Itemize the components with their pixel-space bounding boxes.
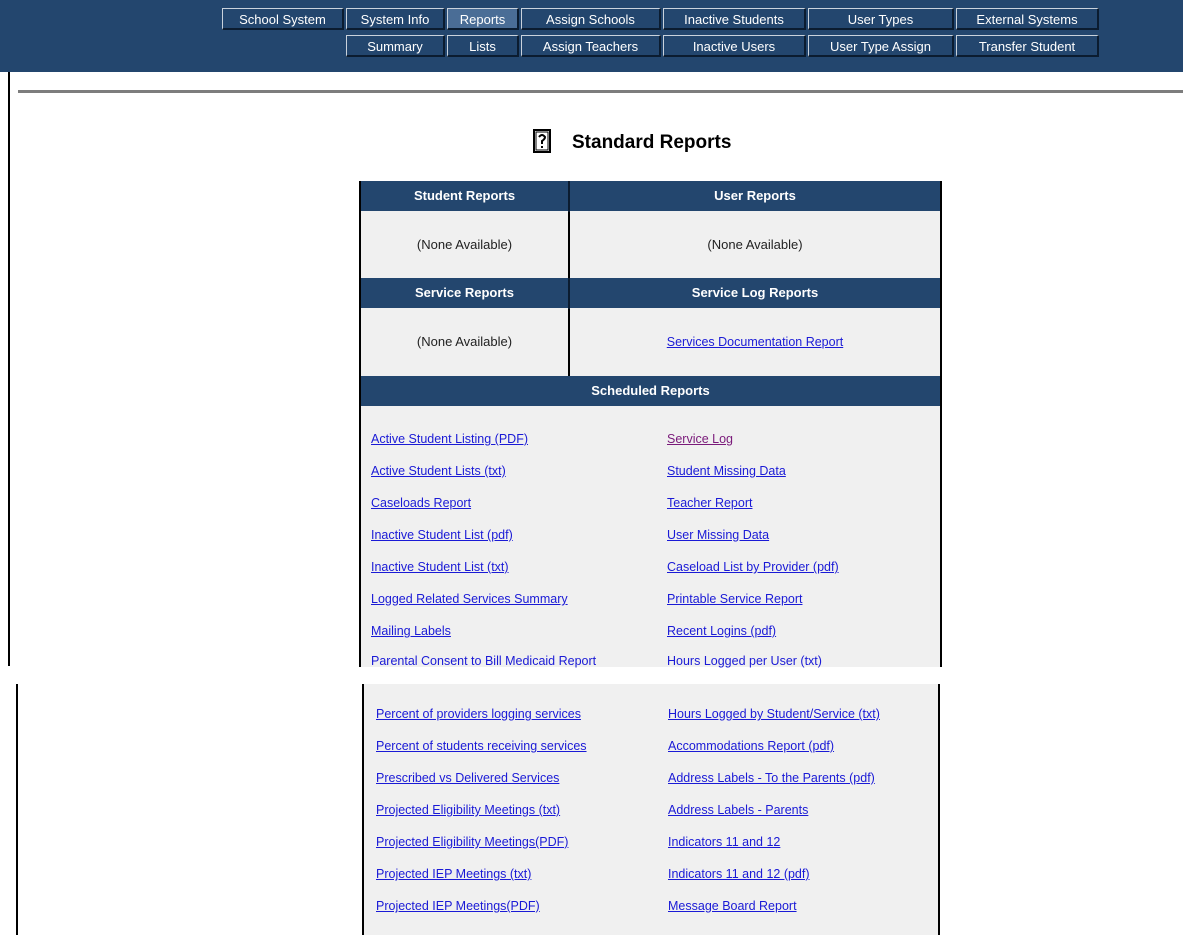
list-item: Accommodations Report (pdf) [668, 736, 834, 756]
nav-inactive-students[interactable]: Inactive Students [663, 8, 806, 30]
list-item: Projected Eligibility Meetings(PDF) [376, 832, 568, 852]
list-item: Printable Service Report [667, 589, 802, 609]
report-link[interactable]: Service Log [667, 432, 733, 446]
report-link[interactable]: Caseloads Report [371, 496, 471, 510]
user-reports-header: User Reports [570, 181, 940, 211]
student-reports-header: Student Reports [361, 181, 568, 211]
report-link[interactable]: Caseload List by Provider (pdf) [667, 560, 839, 574]
report-link[interactable]: Teacher Report [667, 496, 752, 510]
list-item: Indicators 11 and 12 (pdf) [668, 864, 810, 884]
scheduled-reports-continued: Percent of providers logging services Pe… [362, 684, 940, 935]
report-link[interactable]: Inactive Student List (txt) [371, 560, 509, 574]
list-item: Logged Related Services Summary [371, 589, 568, 609]
list-item: Address Labels - To the Parents (pdf) [668, 768, 875, 788]
nav-user-type-assign[interactable]: User Type Assign [808, 35, 954, 57]
list-item: Teacher Report [667, 493, 752, 513]
report-link[interactable]: Projected IEP Meetings(PDF) [376, 899, 540, 913]
header-divider [568, 181, 570, 213]
list-item: Caseload List by Provider (pdf) [667, 557, 839, 577]
list-item: Caseloads Report [371, 493, 471, 513]
list-item: Service Log [667, 429, 733, 449]
list-item: Address Labels - Parents [668, 800, 808, 820]
list-item: Student Missing Data [667, 461, 786, 481]
reports-table: Student Reports User Reports (None Avail… [359, 181, 942, 668]
list-item: Active Student Listing (PDF) [371, 429, 528, 449]
report-link[interactable]: Percent of providers logging services [376, 707, 581, 721]
report-question-icon [533, 129, 551, 153]
report-link[interactable]: Inactive Student List (pdf) [371, 528, 513, 542]
report-link[interactable]: Active Student Lists (txt) [371, 464, 506, 478]
list-item: Active Student Lists (txt) [371, 461, 506, 481]
user-reports-none: (None Available) [707, 237, 803, 252]
services-documentation-report-link[interactable]: Services Documentation Report [667, 335, 843, 349]
list-item: Hours Logged per User (txt) [667, 651, 822, 671]
nav-assign-schools[interactable]: Assign Schools [521, 8, 661, 30]
report-link[interactable]: Prescribed vs Delivered Services [376, 771, 559, 785]
report-link[interactable]: Logged Related Services Summary [371, 592, 568, 606]
report-link[interactable]: Mailing Labels [371, 624, 451, 638]
student-reports-none: (None Available) [416, 237, 513, 252]
service-reports-header: Service Reports [361, 278, 568, 308]
nav-reports[interactable]: Reports [447, 8, 519, 30]
report-link[interactable]: Projected Eligibility Meetings(PDF) [376, 835, 568, 849]
service-reports-none: (None Available) [416, 334, 513, 349]
list-item: Projected Eligibility Meetings (txt) [376, 800, 560, 820]
nav-inactive-users[interactable]: Inactive Users [663, 35, 806, 57]
list-item: Inactive Student List (pdf) [371, 525, 513, 545]
list-item: Prescribed vs Delivered Services [376, 768, 559, 788]
list-item: Percent of providers logging services [376, 704, 581, 724]
report-link[interactable]: Recent Logins (pdf) [667, 624, 776, 638]
report-link[interactable]: Message Board Report [668, 899, 797, 913]
cell-divider [568, 309, 570, 376]
nav-row-1: School System System Info Reports Assign… [0, 8, 1183, 32]
report-link[interactable]: User Missing Data [667, 528, 769, 542]
service-log-reports-header: Service Log Reports [570, 278, 940, 308]
header-separator [18, 90, 1183, 93]
list-item: Hours Logged by Student/Service (txt) [668, 704, 880, 724]
nav-row-2: Summary Lists Assign Teachers Inactive U… [0, 35, 1183, 59]
nav-external-systems[interactable]: External Systems [956, 8, 1099, 30]
report-link[interactable]: Projected Eligibility Meetings (txt) [376, 803, 560, 817]
list-item: Inactive Student List (txt) [371, 557, 509, 577]
left-border-rule-lower [16, 684, 18, 935]
list-item: Message Board Report [668, 896, 797, 916]
list-item: Projected IEP Meetings(PDF) [376, 896, 540, 916]
list-item: Recent Logins (pdf) [667, 621, 776, 641]
service-log-cell: Services Documentation Report [570, 309, 940, 375]
report-link[interactable]: Indicators 11 and 12 [668, 835, 780, 849]
report-link[interactable]: Hours Logged by Student/Service (txt) [668, 707, 880, 721]
header-divider [568, 278, 570, 310]
report-link[interactable]: Printable Service Report [667, 592, 802, 606]
nav-transfer-student[interactable]: Transfer Student [956, 35, 1099, 57]
scheduled-reports-header: Scheduled Reports [361, 376, 940, 406]
list-item: Parental Consent to Bill Medicaid Report [371, 651, 596, 671]
report-link[interactable]: Projected IEP Meetings (txt) [376, 867, 531, 881]
nav-school-system[interactable]: School System [222, 8, 344, 30]
list-item: Mailing Labels [371, 621, 451, 641]
report-link[interactable]: Address Labels - To the Parents (pdf) [668, 771, 875, 785]
report-link[interactable]: Indicators 11 and 12 (pdf) [668, 867, 810, 881]
report-link[interactable]: Student Missing Data [667, 464, 786, 478]
report-link[interactable]: Accommodations Report (pdf) [668, 739, 834, 753]
nav-system-info[interactable]: System Info [346, 8, 445, 30]
cell-divider [568, 212, 570, 278]
report-link[interactable]: Percent of students receiving services [376, 739, 587, 753]
nav-user-types[interactable]: User Types [808, 8, 954, 30]
list-item: Percent of students receiving services [376, 736, 587, 756]
left-border-rule [8, 72, 10, 666]
page-title: Standard Reports [572, 132, 732, 153]
nav-lists[interactable]: Lists [447, 35, 519, 57]
report-link[interactable]: Hours Logged per User (txt) [667, 654, 822, 668]
nav-assign-teachers[interactable]: Assign Teachers [521, 35, 661, 57]
report-link[interactable]: Active Student Listing (PDF) [371, 432, 528, 446]
list-item: Indicators 11 and 12 [668, 832, 780, 852]
list-item: User Missing Data [667, 525, 769, 545]
list-item: Projected IEP Meetings (txt) [376, 864, 531, 884]
report-link[interactable]: Parental Consent to Bill Medicaid Report [371, 654, 596, 668]
top-navigation-bar: School System System Info Reports Assign… [0, 0, 1183, 72]
nav-summary[interactable]: Summary [346, 35, 445, 57]
report-link[interactable]: Address Labels - Parents [668, 803, 808, 817]
